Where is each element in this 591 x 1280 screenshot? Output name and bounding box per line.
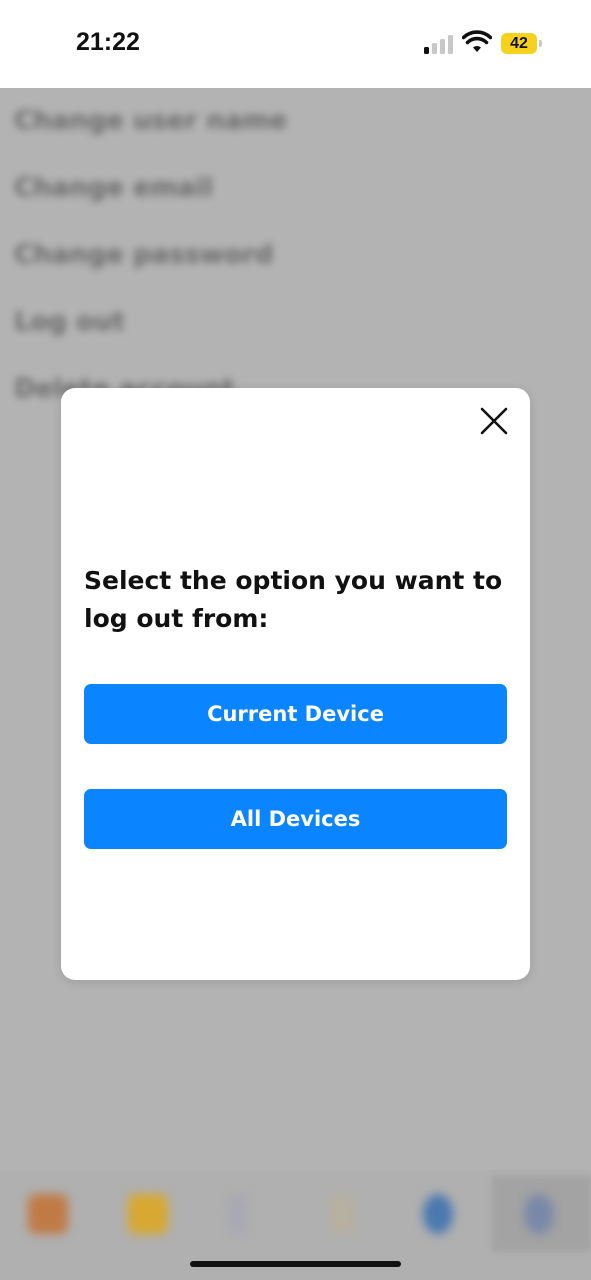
home-icon (28, 1194, 68, 1234)
wifi-icon (462, 30, 492, 52)
settings-item-change-username: Change user name (14, 106, 288, 136)
settings-item-change-email: Change email (14, 173, 214, 203)
settings-item-log-out: Log out (14, 307, 125, 337)
close-icon[interactable] (475, 402, 513, 440)
tab-icon-3 (228, 1194, 248, 1234)
battery-level: 42 (510, 35, 528, 52)
status-time: 21:22 (76, 28, 140, 56)
signal-icon (424, 34, 454, 54)
screen: 21:22 42 Change user name Change email C… (0, 0, 591, 1280)
folder-icon (128, 1194, 168, 1234)
home-indicator (190, 1261, 401, 1267)
settings-item-change-password: Change password (14, 240, 274, 270)
settings-icon (524, 1194, 554, 1234)
tab-icon-4 (330, 1194, 354, 1234)
globe-icon (423, 1194, 453, 1234)
battery-icon: 42 (501, 33, 537, 54)
status-bar: 21:22 42 (0, 0, 591, 88)
modal-title: Select the option you want to log out fr… (84, 566, 503, 633)
logout-options-modal: Select the option you want to log out fr… (61, 388, 530, 980)
current-device-button[interactable]: Current Device (84, 684, 507, 744)
battery-cap (539, 40, 542, 47)
all-devices-button[interactable]: All Devices (84, 789, 507, 849)
